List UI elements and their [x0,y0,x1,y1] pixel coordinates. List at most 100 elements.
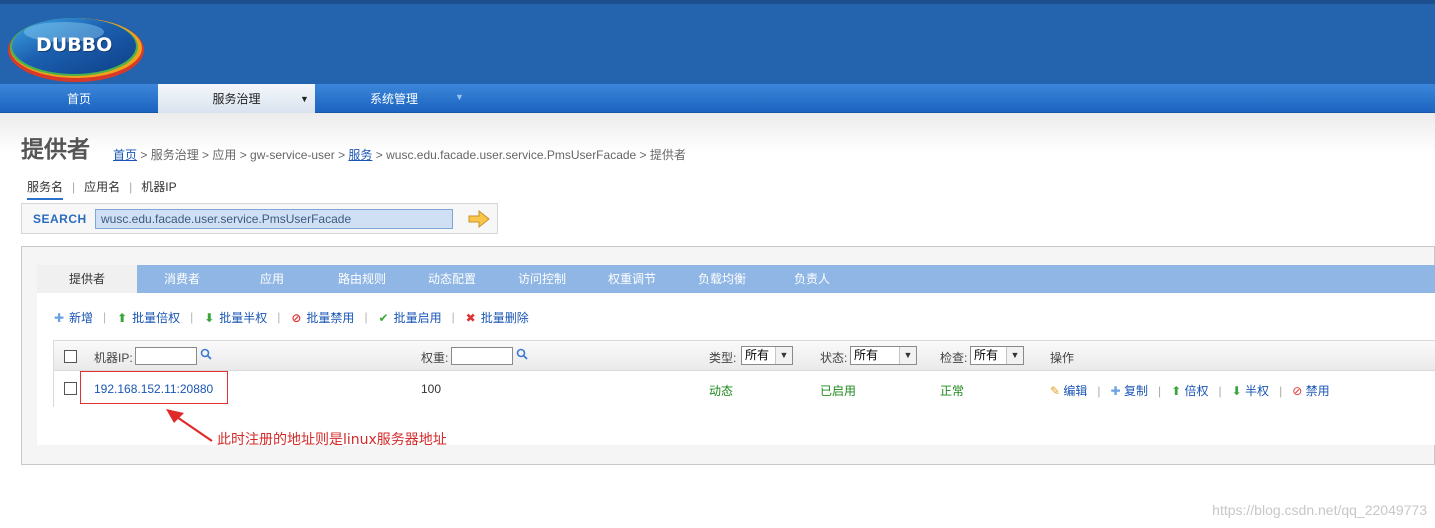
divider: | [129,180,133,194]
check-select[interactable]: 所有 ▼ [970,346,1024,365]
header-weight: 权重: [421,351,449,365]
nav-item-service-governance[interactable]: 服务治理 ▼ [158,84,315,113]
search-label: SEARCH [33,212,87,226]
status-value: 已启用 [820,384,857,398]
check-select-value: 所有 [974,348,999,362]
header-check: 检查: [940,351,968,365]
arrow-up-icon: ⬆ [1171,384,1182,398]
close-icon: ✖ [465,311,476,325]
tab-overrides[interactable]: 动态配置 [407,265,497,293]
copy-button[interactable]: ✚ 复制 [1111,384,1148,398]
breadcrumb-text: > 服务治理 > 应用 > gw-service-user > [137,148,349,162]
divider: | [451,309,455,324]
ban-icon: ⊘ [291,311,302,325]
search-icon[interactable] [516,348,528,360]
divider: | [364,309,368,324]
nav-item-home[interactable]: 首页 [0,84,158,113]
breadcrumb: 首页 > 服务治理 > 应用 > gw-service-user > 服务 > … [113,146,686,163]
providers-table: 机器IP: 权重: 类型: 所有 ▼ 状态: 所有 ▼ 检查: 所有 ▼ 操作 192… [53,340,1435,407]
tab-access-control[interactable]: 访问控制 [497,265,587,293]
batch-delete-label: 批量删除 [480,311,529,325]
header-ops: 操作 [1050,351,1075,365]
row-checkbox[interactable] [64,382,77,395]
tab-providers[interactable]: 提供者 [37,265,137,293]
divider: | [190,309,194,324]
logo-text: DUBBO [36,34,113,56]
disable-label: 禁用 [1305,384,1330,398]
disable-button[interactable]: ⊘ 禁用 [1292,384,1329,398]
subtab-service-name[interactable]: 服务名 [27,178,64,200]
weight-value: 100 [421,382,442,396]
header-ip: 机器IP: [94,351,133,365]
ip-filter-input[interactable] [135,347,197,365]
divider: | [1157,384,1162,398]
divider: | [277,309,281,324]
status-select[interactable]: 所有 ▼ [850,346,917,365]
subtab-app-name[interactable]: 应用名 [84,178,120,195]
search-type-tabs: 服务名 | 应用名 | 机器IP [27,178,177,200]
batch-disable-button[interactable]: ⊘ 批量禁用 [290,309,354,326]
search-input[interactable] [95,209,453,229]
batch-delete-button[interactable]: ✖ 批量删除 [465,309,529,326]
edit-label: 编辑 [1063,384,1088,398]
divider: | [72,180,76,194]
table-row: 192.168.152.11:20880 100 动态 已启用 正常 ✎ 编辑 |… [54,371,1435,407]
add-button[interactable]: ✚ 新增 [53,309,93,326]
arrow-right-icon[interactable] [468,210,490,228]
chevron-down-icon: ▼ [775,347,792,364]
tab-weights[interactable]: 权重调节 [587,265,677,293]
batch-disable-label: 批量禁用 [306,311,355,325]
edit-button[interactable]: ✎ 编辑 [1050,384,1087,398]
breadcrumb-text: > wusc.edu.facade.user.service.PmsUserFa… [372,148,686,162]
batch-enable-label: 批量启用 [393,311,442,325]
divider: | [1279,384,1283,398]
ip-highlight-box [80,371,228,404]
double-label: 倍权 [1184,384,1209,398]
chevron-down-icon: ▼ [899,347,916,364]
search-bar: SEARCH [21,203,498,234]
tab-owners[interactable]: 负责人 [767,265,857,293]
weight-filter-input[interactable] [451,347,513,365]
status-select-value: 所有 [854,348,879,362]
nav-item-system-management[interactable]: 系统管理 ▼ [315,84,473,113]
divider: | [1097,384,1101,398]
divider: | [1218,384,1222,398]
row-actions: ✎ 编辑 | ✚ 复制 | ⬆ 倍权 | ⬇ 半权 | ⊘ 禁用 [1050,382,1330,399]
batch-enable-button[interactable]: ✔ 批量启用 [378,309,442,326]
subtab-machine-ip[interactable]: 机器IP [141,178,176,195]
tab-applications[interactable]: 应用 [227,265,317,293]
plus-icon: ✚ [53,311,65,325]
add-label: 新增 [69,311,94,325]
chevron-down-icon: ▼ [455,92,464,102]
ban-icon: ⊘ [1292,384,1303,398]
type-select-value: 所有 [745,348,770,362]
batch-half-button[interactable]: ⬇ 批量半权 [203,309,267,326]
tab-routes[interactable]: 路由规则 [317,265,407,293]
type-select[interactable]: 所有 ▼ [741,346,793,365]
table-header: 机器IP: 权重: 类型: 所有 ▼ 状态: 所有 ▼ 检查: 所有 ▼ 操作 [54,341,1435,371]
check-icon: ✔ [378,311,389,325]
arrow-up-icon: ⬆ [117,311,128,325]
nav-item-label: 系统管理 [369,92,418,106]
watermark: https://blog.csdn.net/qq_22049773 [1212,502,1427,518]
main-nav: 首页 服务治理 ▼ 系统管理 ▼ [0,84,1435,113]
select-all-checkbox[interactable] [64,350,77,363]
batch-half-label: 批量半权 [219,311,268,325]
half-weight-button[interactable]: ⬇ 半权 [1232,384,1269,398]
batch-double-label: 批量倍权 [132,311,181,325]
arrow-down-icon: ⬇ [1231,384,1242,398]
header-status: 状态: [820,351,848,365]
tab-load-balance[interactable]: 负载均衡 [677,265,767,293]
search-icon[interactable] [200,348,212,360]
type-value: 动态 [709,384,734,398]
toolbar: ✚ 新增 | ⬆ 批量倍权 | ⬇ 批量半权 | ⊘ 批量禁用 | ✔ 批量启用 | ✖ 批量删除 [53,309,529,326]
arrow-down-icon: ⬇ [204,311,215,325]
header-type: 类型: [709,351,737,365]
breadcrumb-service-link[interactable]: 服务 [348,148,372,162]
double-weight-button[interactable]: ⬆ 倍权 [1171,384,1208,398]
check-value: 正常 [940,384,965,398]
batch-double-button[interactable]: ⬆ 批量倍权 [116,309,180,326]
tab-consumers[interactable]: 消费者 [137,265,227,293]
breadcrumb-home-link[interactable]: 首页 [113,148,137,162]
chevron-down-icon: ▼ [1006,347,1023,364]
